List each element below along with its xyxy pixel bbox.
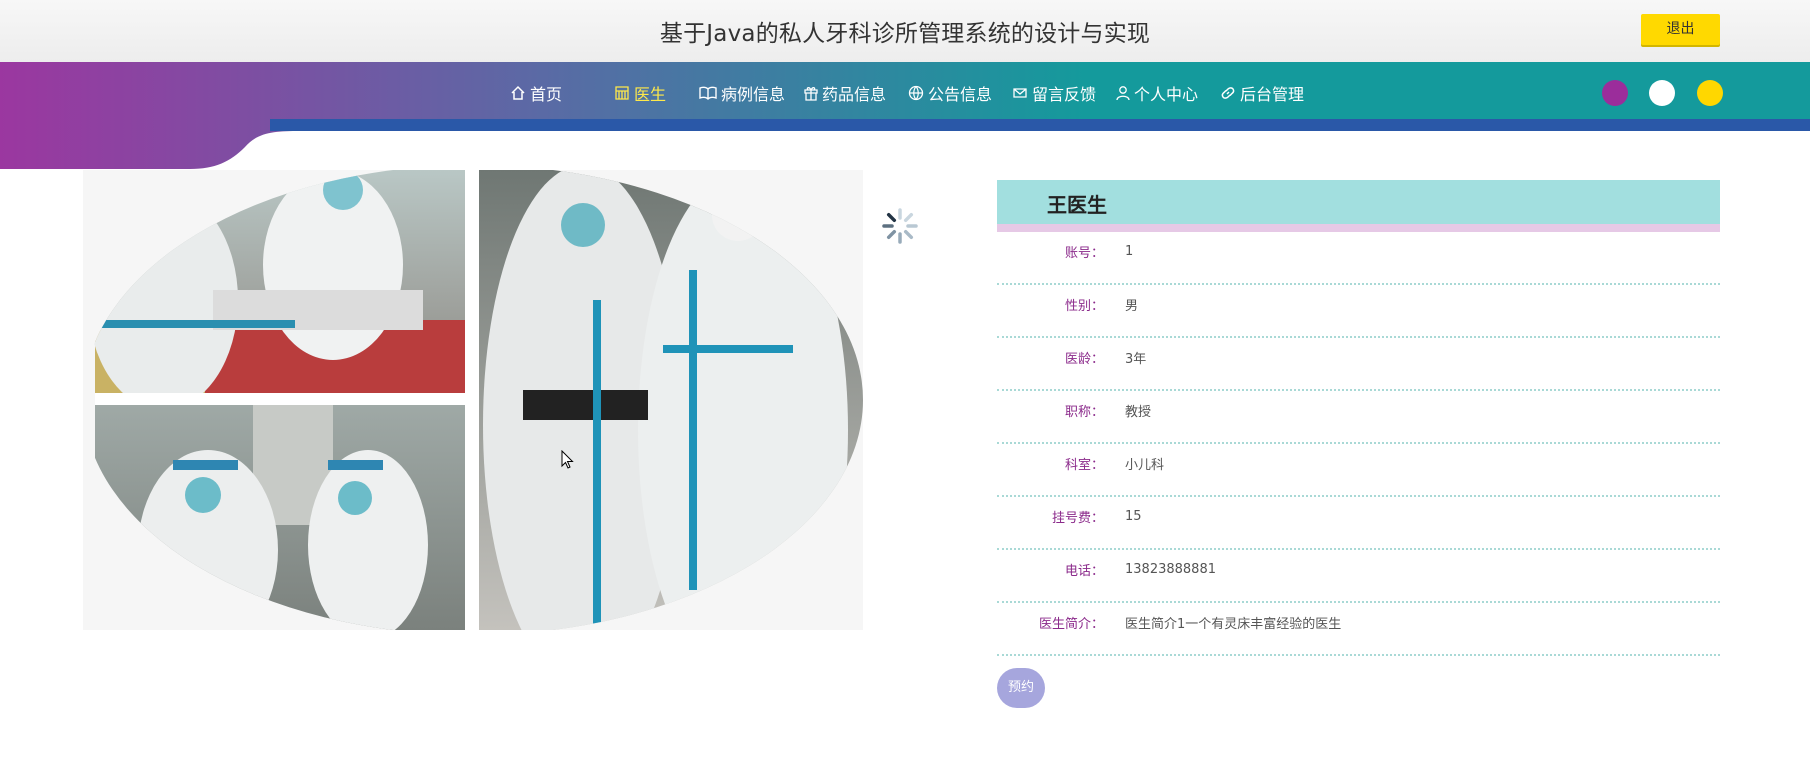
field-value: 小儿科 [1125,458,1165,473]
nav-item-label: 医生 [634,85,667,104]
main-nav: 首页 医生 病例信息 药品信息 公告信息 留言反馈 个人中心 后台管理 [510,62,1310,124]
doctor-photo [83,170,863,630]
field-value: 教授 [1125,405,1152,420]
nav-item-label: 药品信息 [822,85,887,104]
nav-item-feedback[interactable]: 留言反馈 [1012,81,1116,105]
nav-item-label: 后台管理 [1240,85,1305,104]
link-icon [1221,87,1235,99]
mail-icon [1013,88,1027,98]
nav-item-drugs[interactable]: 药品信息 [804,81,908,105]
theme-dot-yellow[interactable] [1697,80,1723,106]
nav-item-profile[interactable]: 个人中心 [1116,81,1220,105]
field-row-gender: 性别： 男 [997,285,1720,338]
field-value: 医生简介1一个有灵床丰富经验的医生 [1125,617,1342,632]
loading-spinner-icon [882,208,918,244]
field-row-department: 科室： 小儿科 [997,444,1720,497]
field-label: 挂号费： [1051,511,1104,526]
nav-item-label: 首页 [530,85,563,104]
theme-dot-purple[interactable] [1602,80,1628,106]
nav-item-notices[interactable]: 公告信息 [908,81,1012,105]
doctor-name: 王医生 [1047,193,1107,217]
doctor-fields: 账号： 1 性别： 男 医龄： 3年 职称： 教授 科室： 小儿科 挂号费： 1… [997,232,1720,656]
nav-item-doctor[interactable]: 医生 [614,81,699,105]
field-row-fee: 挂号费： 15 [997,497,1720,550]
field-label: 科室： [1064,458,1104,473]
user-icon [1116,86,1130,101]
logout-button[interactable]: 退出 [1641,14,1720,45]
book-appointment-button[interactable]: 预约 [997,668,1045,708]
site-title: 基于Java的私人牙科诊所管理系统的设计与实现 [659,21,1151,47]
gift-icon [804,87,818,101]
field-label: 医龄： [1064,352,1104,367]
field-value: 男 [1125,299,1139,314]
field-label: 账号： [1064,246,1104,261]
field-label: 医生简介： [1038,617,1104,632]
nav-item-label: 公告信息 [928,85,993,104]
field-value: 13823888881 [1125,562,1216,577]
field-row-intro: 医生简介： 医生简介1一个有灵床丰富经验的医生 [997,603,1720,656]
book-icon [699,86,717,100]
theme-dot-white[interactable] [1649,80,1675,106]
field-value: 15 [1125,509,1142,524]
field-row-phone: 电话： 13823888881 [997,550,1720,603]
nav-item-home[interactable]: 首页 [510,81,614,105]
field-label: 电话： [1064,564,1104,579]
header-strip [997,224,1720,232]
doctor-detail-panel: 王医生 账号： 1 性别： 男 医龄： 3年 职称： 教授 科室： 小儿科 挂号… [997,180,1720,708]
nav-item-label: 病例信息 [721,85,786,104]
nav-item-admin[interactable]: 后台管理 [1220,81,1310,105]
mouse-cursor-icon [561,450,574,469]
field-row-account: 账号： 1 [997,232,1720,285]
field-value: 3年 [1125,352,1147,367]
nav-item-label: 留言反馈 [1032,85,1097,104]
home-icon [511,85,525,100]
field-label: 性别： [1064,299,1104,314]
globe-icon [908,85,924,101]
field-row-experience: 医龄： 3年 [997,338,1720,391]
nav-item-cases[interactable]: 病例信息 [699,81,804,105]
field-label: 职称： [1064,405,1104,420]
top-bar: 基于Java的私人牙科诊所管理系统的设计与实现 退出 [0,0,1810,62]
nav-item-label: 个人中心 [1134,85,1199,104]
doctor-name-header: 王医生 [997,180,1720,232]
field-row-title: 职称： 教授 [997,391,1720,444]
grid-icon [615,86,629,100]
field-value: 1 [1125,244,1134,259]
